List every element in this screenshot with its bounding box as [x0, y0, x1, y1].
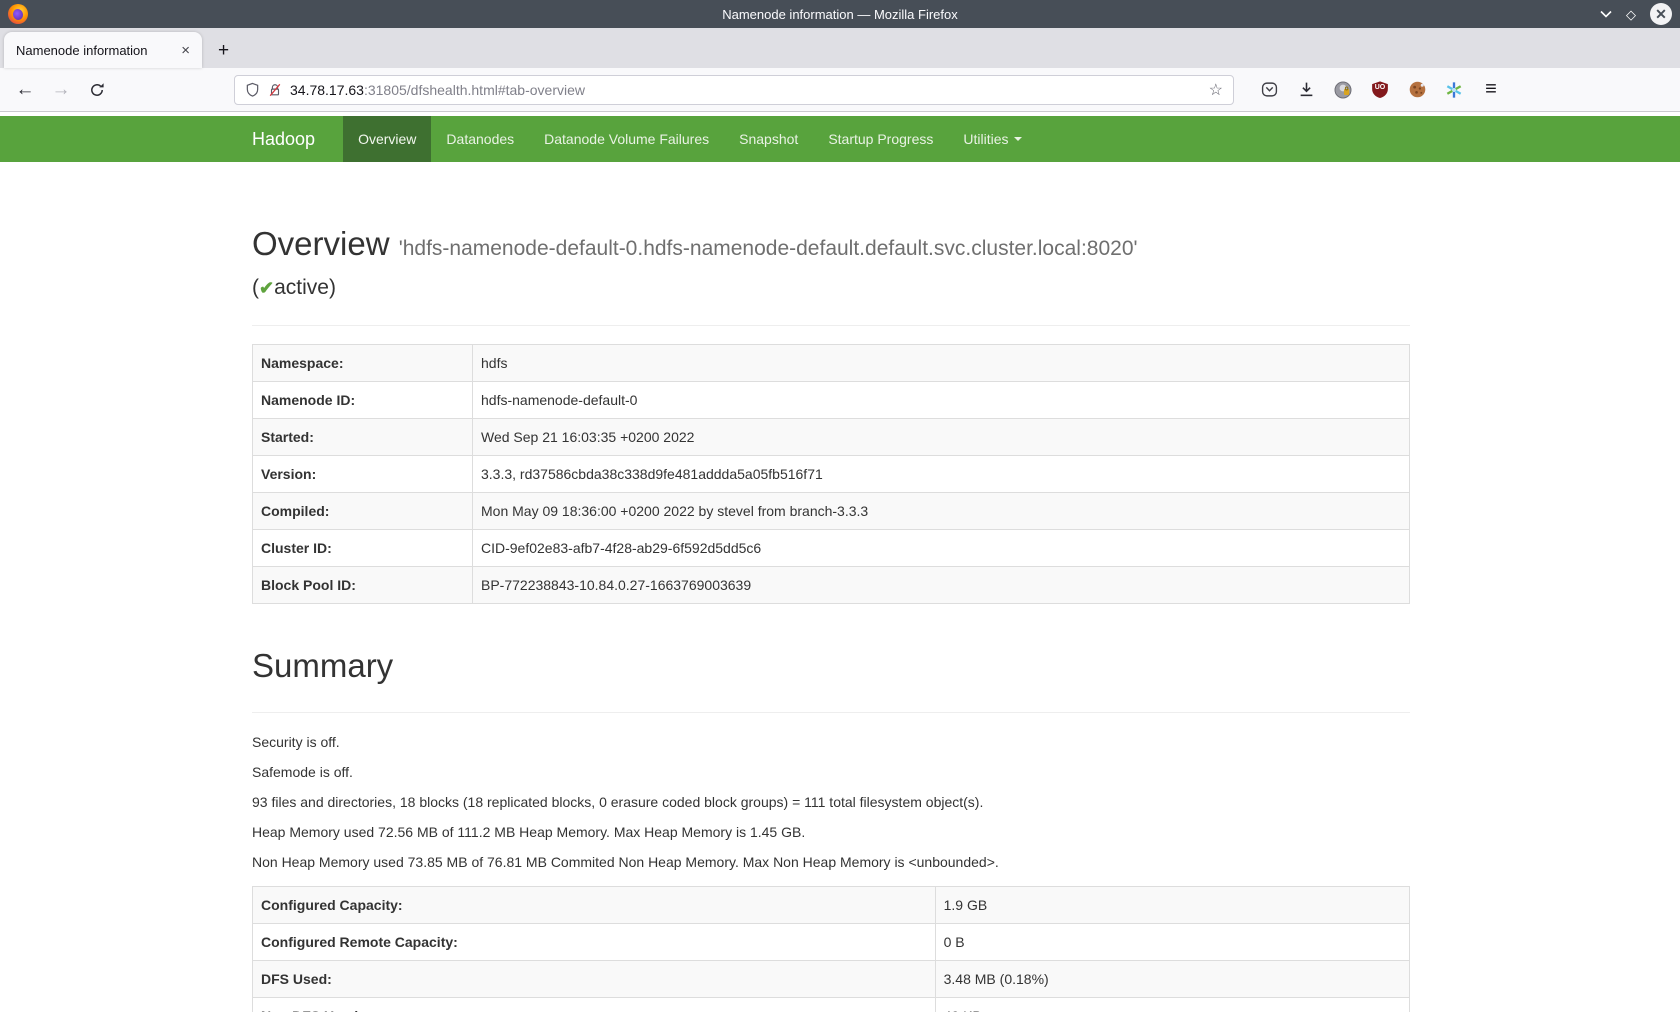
page-title: Overview 'hdfs-namenode-default-0.hdfs-n… — [252, 224, 1410, 269]
chevron-down-icon — [1014, 137, 1022, 141]
row-value: Mon May 09 18:36:00 +0200 2022 by stevel… — [473, 493, 1410, 530]
summary-paragraph: Security is off. — [252, 733, 1410, 752]
table-row: DFS Used: 3.48 MB (0.18%) — [253, 961, 1410, 998]
toolbar-extensions: UO ≡ — [1258, 79, 1502, 101]
table-row: Cluster ID: CID-9ef02e83-afb7-4f28-ab29-… — [253, 530, 1410, 567]
capacity-table: Configured Capacity: 1.9 GB Configured R… — [252, 886, 1410, 1012]
nav-tab-utilities[interactable]: Utilities — [948, 116, 1036, 162]
navigation-toolbar: ← → 34.78.17.63:31805/dfshealth.html#tab… — [0, 68, 1680, 112]
maximize-icon[interactable]: ◇ — [1626, 8, 1636, 21]
navbar-items: Overview Datanodes Datanode Volume Failu… — [343, 116, 1036, 162]
namenode-state: (✔active) — [252, 275, 1410, 301]
firefox-logo-icon — [8, 4, 28, 24]
row-label: Version: — [253, 456, 473, 493]
row-value: CID-9ef02e83-afb7-4f28-ab29-6f592d5dd5c6 — [473, 530, 1410, 567]
back-button[interactable]: ← — [10, 75, 40, 105]
nav-tab-overview[interactable]: Overview — [343, 116, 431, 162]
tab-title: Namenode information — [16, 43, 177, 58]
new-tab-button[interactable]: + — [202, 40, 241, 68]
row-label: Cluster ID: — [253, 530, 473, 567]
summary-paragraph: 93 files and directories, 18 blocks (18 … — [252, 793, 1410, 812]
pocket-icon[interactable] — [1258, 79, 1280, 101]
table-row: Compiled: Mon May 09 18:36:00 +0200 2022… — [253, 493, 1410, 530]
privacy-badger-icon[interactable] — [1332, 79, 1354, 101]
extension-asterisk-icon[interactable] — [1443, 79, 1465, 101]
row-label: Namespace: — [253, 345, 473, 382]
hamburger-menu-icon[interactable]: ≡ — [1480, 79, 1502, 101]
table-row: Block Pool ID: BP-772238843-10.84.0.27-1… — [253, 567, 1410, 604]
navbar-brand[interactable]: Hadoop — [252, 116, 329, 162]
utilities-label: Utilities — [963, 116, 1008, 162]
divider — [252, 712, 1410, 713]
row-value: 40 KB — [935, 998, 1409, 1012]
row-value: hdfs-namenode-default-0 — [473, 382, 1410, 419]
forward-button[interactable]: → — [46, 75, 76, 105]
table-row: Configured Remote Capacity: 0 B — [253, 924, 1410, 961]
row-label: Configured Remote Capacity: — [253, 924, 936, 961]
downloads-icon[interactable] — [1295, 79, 1317, 101]
row-label: Namenode ID: — [253, 382, 473, 419]
row-value: 1.9 GB — [935, 887, 1409, 924]
summary-paragraph: Heap Memory used 72.56 MB of 111.2 MB He… — [252, 823, 1410, 842]
shield-icon[interactable] — [245, 82, 260, 98]
reload-button[interactable] — [82, 75, 112, 105]
namenode-info-table: Namespace: hdfs Namenode ID: hdfs-nameno… — [252, 344, 1410, 604]
url-text[interactable]: 34.78.17.63:31805/dfshealth.html#tab-ove… — [290, 82, 1209, 98]
row-value: 3.3.3, rd37586cbda38c338d9fe481addda5a05… — [473, 456, 1410, 493]
row-label: DFS Used: — [253, 961, 936, 998]
cookie-icon[interactable] — [1406, 79, 1428, 101]
bookmark-star-icon[interactable]: ☆ — [1209, 80, 1223, 100]
summary-paragraph: Safemode is off. — [252, 763, 1410, 782]
row-value: 3.48 MB (0.18%) — [935, 961, 1409, 998]
row-value: BP-772238843-10.84.0.27-1663769003639 — [473, 567, 1410, 604]
tab-bar: Namenode information × + — [0, 28, 1680, 68]
overview-heading: Overview — [252, 225, 390, 262]
nav-tab-datanodes[interactable]: Datanodes — [431, 116, 529, 162]
summary-heading: Summary — [252, 646, 1410, 686]
row-label: Started: — [253, 419, 473, 456]
row-value: hdfs — [473, 345, 1410, 382]
window-title: Namenode information — Mozilla Firefox — [0, 7, 1680, 22]
state-prefix: ( — [252, 276, 259, 299]
url-path: :31805/dfshealth.html#tab-overview — [364, 82, 585, 98]
overview-container: Overview 'hdfs-namenode-default-0.hdfs-n… — [252, 224, 1410, 1012]
url-host: 34.78.17.63 — [290, 82, 364, 98]
row-label: Non DFS Used: — [253, 998, 936, 1012]
page-content: Hadoop Overview Datanodes Datanode Volum… — [0, 116, 1680, 1012]
url-bar[interactable]: 34.78.17.63:31805/dfshealth.html#tab-ove… — [234, 75, 1234, 105]
summary-paragraph: Non Heap Memory used 73.85 MB of 76.81 M… — [252, 853, 1410, 872]
window-controls: ◇ ✕ — [1600, 0, 1672, 28]
nav-tab-startup-progress[interactable]: Startup Progress — [813, 116, 948, 162]
nav-tab-datanode-volume-failures[interactable]: Datanode Volume Failures — [529, 116, 724, 162]
minimize-icon[interactable] — [1600, 10, 1612, 18]
ublock-origin-icon[interactable]: UO — [1369, 79, 1391, 101]
tab-close-icon[interactable]: × — [177, 42, 194, 59]
table-row: Namenode ID: hdfs-namenode-default-0 — [253, 382, 1410, 419]
browser-tab[interactable]: Namenode information × — [4, 32, 202, 68]
table-row: Started: Wed Sep 21 16:03:35 +0200 2022 — [253, 419, 1410, 456]
window-titlebar: Namenode information — Mozilla Firefox ◇… — [0, 0, 1680, 28]
table-row: Namespace: hdfs — [253, 345, 1410, 382]
row-label: Compiled: — [253, 493, 473, 530]
table-row: Non DFS Used: 40 KB — [253, 998, 1410, 1012]
namenode-address: 'hdfs-namenode-default-0.hdfs-namenode-d… — [399, 237, 1138, 260]
row-label: Block Pool ID: — [253, 567, 473, 604]
table-row: Configured Capacity: 1.9 GB — [253, 887, 1410, 924]
nav-tab-snapshot[interactable]: Snapshot — [724, 116, 813, 162]
row-value: 0 B — [935, 924, 1409, 961]
state-label: active) — [274, 276, 336, 299]
hadoop-navbar: Hadoop Overview Datanodes Datanode Volum… — [0, 116, 1680, 162]
insecure-lock-icon[interactable] — [268, 82, 282, 98]
row-label: Configured Capacity: — [253, 887, 936, 924]
ublock-label: UO — [1369, 84, 1391, 91]
table-row: Version: 3.3.3, rd37586cbda38c338d9fe481… — [253, 456, 1410, 493]
row-value: Wed Sep 21 16:03:35 +0200 2022 — [473, 419, 1410, 456]
divider — [252, 325, 1410, 326]
check-icon: ✔ — [259, 278, 274, 298]
close-icon[interactable]: ✕ — [1650, 3, 1672, 25]
